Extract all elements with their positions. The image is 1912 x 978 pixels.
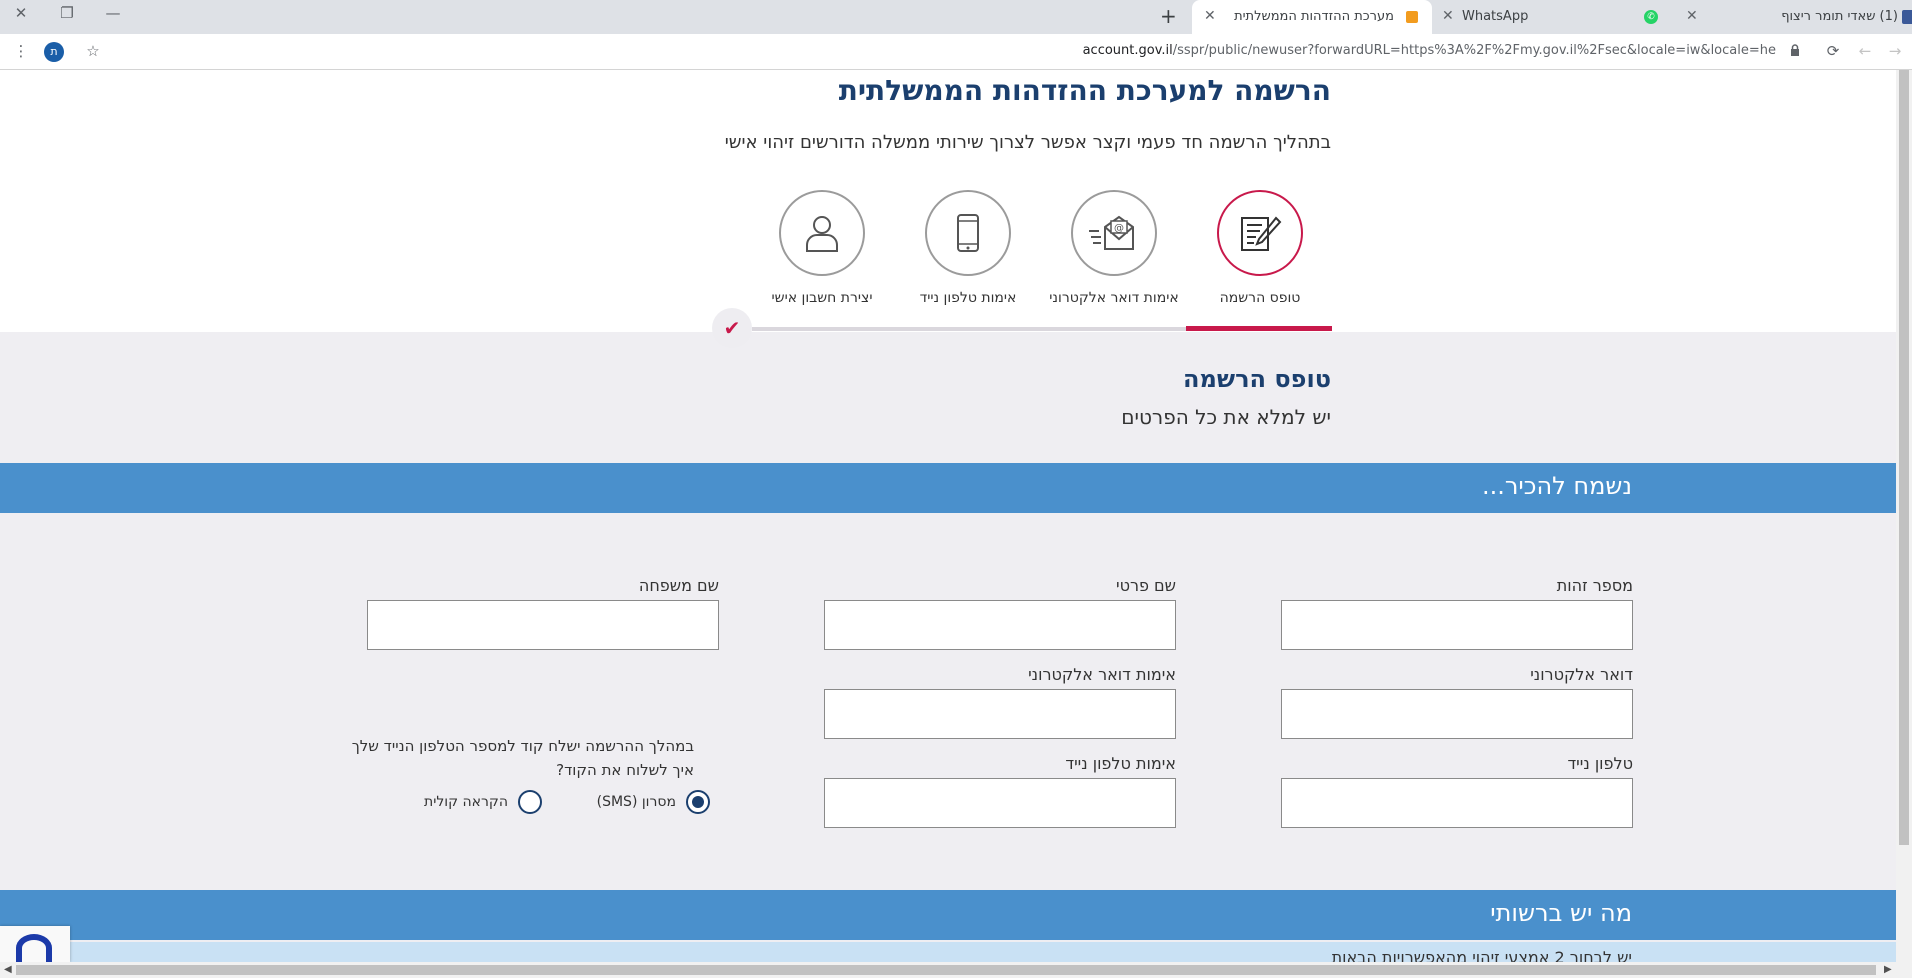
reload-icon[interactable]: ⟳ — [1822, 42, 1844, 60]
section-header-credentials: מה יש ברשותי — [0, 890, 1896, 940]
last-name-input[interactable] — [367, 600, 719, 650]
tab-gov-identity[interactable]: מערכת ההזדהות הממשלתית ✕ — [1192, 0, 1432, 34]
browser-tab-strip: ✕ ❐ — + מערכת ההזדהות הממשלתית ✕ ✆ Whats… — [0, 0, 1912, 34]
radio-dot-selected[interactable] — [686, 790, 710, 814]
url-path: /sspr/public/newuser?forwardURL=https%3A… — [1172, 43, 1776, 58]
field-label: אימות דואר אלקטרוני — [1028, 665, 1176, 684]
whatsapp-icon: ✆ — [1644, 10, 1658, 24]
sms-note: במהלך ההרשמה ישלח קוד למספר הטלפון הנייד… — [352, 734, 694, 782]
email-field: דואר אלקטרוני — [1281, 665, 1633, 739]
step-create-account: יצירת חשבון אישי — [747, 190, 897, 306]
tab-whatsapp[interactable]: ✆ WhatsApp ✕ — [1432, 0, 1674, 34]
tab-title: (1) שאדי תומר ריצוף — [1781, 9, 1898, 24]
step-email-verification: @ אימות דואר אלקטרוני — [1039, 190, 1189, 306]
email-confirm-input[interactable] — [824, 689, 1176, 739]
minimize-window-icon[interactable]: — — [98, 4, 128, 22]
lock-icon — [1784, 42, 1806, 60]
section-title: מה יש ברשותי — [1490, 899, 1632, 927]
tab-title: מערכת ההזדהות הממשלתית — [1234, 9, 1394, 24]
form-pencil-icon — [1217, 190, 1303, 276]
section-header-personal: נשמח להכיר... — [0, 463, 1896, 513]
progress-fill — [1186, 326, 1332, 331]
field-label: דואר אלקטרוני — [1530, 665, 1633, 684]
step-label: טופס הרשמה — [1219, 290, 1301, 306]
first-name-input[interactable] — [824, 600, 1176, 650]
scroll-right-icon[interactable]: ▶ — [1884, 964, 1892, 975]
check-icon: ✔ — [712, 308, 752, 348]
close-icon[interactable]: ✕ — [1204, 8, 1216, 24]
email-confirm-field: אימות דואר אלקטרוני — [824, 665, 1176, 739]
facebook-icon — [1902, 10, 1912, 24]
horizontal-scrollbar[interactable]: ◀ ▶ — [0, 962, 1912, 978]
mobile-input[interactable] — [1281, 778, 1633, 828]
field-label: שם פרטי — [1115, 576, 1176, 595]
close-window-icon[interactable]: ✕ — [6, 4, 36, 22]
tab-facebook[interactable]: (1) שאדי תומר ריצוף ✕ — [1676, 0, 1912, 34]
close-icon[interactable]: ✕ — [1442, 8, 1454, 24]
form-subtitle: יש למלא את כל הפרטים — [1121, 405, 1331, 429]
field-label: מספר זהות — [1556, 576, 1633, 595]
email-input[interactable] — [1281, 689, 1633, 739]
url-field[interactable]: account.gov.il/sspr/public/newuser?forwa… — [1083, 43, 1776, 58]
restore-window-icon[interactable]: ❐ — [52, 4, 82, 22]
section-title: נשמח להכיר... — [1481, 472, 1632, 500]
page-subtitle: בתהליך הרשמה חד פעמי וקצר אפשר לצרוך שיר… — [724, 132, 1331, 153]
url-host: account.gov.il — [1082, 43, 1173, 58]
forward-arrow-icon[interactable]: → — [1884, 42, 1906, 60]
first-name-field: שם פרטי — [824, 576, 1176, 650]
scrollbar-thumb[interactable] — [16, 965, 1876, 975]
sms-note-line: במהלך ההרשמה ישלח קוד למספר הטלפון הנייד… — [351, 737, 694, 755]
back-arrow-icon[interactable]: ← — [1854, 42, 1876, 60]
new-tab-button[interactable]: + — [1160, 4, 1177, 28]
step-mobile-verification: אימות טלפון נייד — [893, 190, 1043, 306]
id-number-input[interactable] — [1281, 600, 1633, 650]
tab-title: WhatsApp — [1462, 9, 1529, 24]
step-label: אימות דואר אלקטרוני — [1049, 290, 1179, 306]
svg-text:@: @ — [1114, 223, 1124, 234]
recaptcha-icon — [16, 934, 52, 962]
menu-dots-icon[interactable]: ⋮ — [10, 42, 32, 60]
hero-section: הרשמה למערכת ההזדהות הממשלתית בתהליך הרש… — [0, 70, 1896, 332]
email-icon: @ — [1071, 190, 1157, 276]
mobile-field: טלפון נייד — [1281, 754, 1633, 828]
radio-label: הקראה קולית — [424, 794, 508, 810]
last-name-field: שם משפחה — [367, 576, 719, 650]
close-icon[interactable]: ✕ — [1686, 8, 1698, 24]
info-banner-text: יש לבחור 2 אמצעי זיהוי מהאפשרויות הבאות — [1331, 948, 1632, 962]
mobile-phone-icon — [925, 190, 1011, 276]
field-label: טלפון נייד — [1567, 754, 1633, 773]
info-banner: יש לבחור 2 אמצעי זיהוי מהאפשרויות הבאות — [70, 942, 1896, 962]
star-bookmark-icon[interactable]: ☆ — [82, 42, 104, 60]
recaptcha-badge[interactable] — [0, 926, 70, 962]
mobile-confirm-input[interactable] — [824, 778, 1176, 828]
scroll-left-icon[interactable]: ◀ — [4, 964, 12, 975]
radio-dot[interactable] — [518, 790, 542, 814]
vertical-scrollbar[interactable] — [1896, 70, 1912, 962]
mobile-confirm-field: אימות טלפון נייד — [824, 754, 1176, 828]
radio-label: מסרון (SMS) — [596, 794, 676, 810]
user-icon — [779, 190, 865, 276]
gov-icon — [1406, 11, 1418, 23]
id-number-field: מספר זהות — [1281, 576, 1633, 650]
step-label: יצירת חשבון אישי — [771, 290, 873, 306]
scrollbar-thumb[interactable] — [1899, 70, 1909, 845]
page-content: הרשמה למערכת ההזדהות הממשלתית בתהליך הרש… — [0, 70, 1896, 962]
page-title: הרשמה למערכת ההזדהות הממשלתית — [838, 74, 1331, 107]
step-registration-form: טופס הרשמה — [1185, 190, 1335, 306]
step-label: אימות טלפון נייד — [919, 290, 1017, 306]
address-bar: ⋮ ת ☆ account.gov.il/sspr/public/newuser… — [0, 34, 1912, 70]
field-label: אימות טלפון נייד — [1065, 754, 1176, 773]
sms-note-question: איך לשלוח את הקוד? — [556, 761, 694, 779]
form-title: טופס הרשמה — [1183, 365, 1331, 393]
radio-sms[interactable]: מסרון (SMS) — [597, 790, 710, 814]
profile-avatar[interactable]: ת — [44, 42, 64, 62]
radio-voice-call[interactable]: הקראה קולית — [424, 790, 542, 814]
field-label: שם משפחה — [638, 576, 719, 595]
